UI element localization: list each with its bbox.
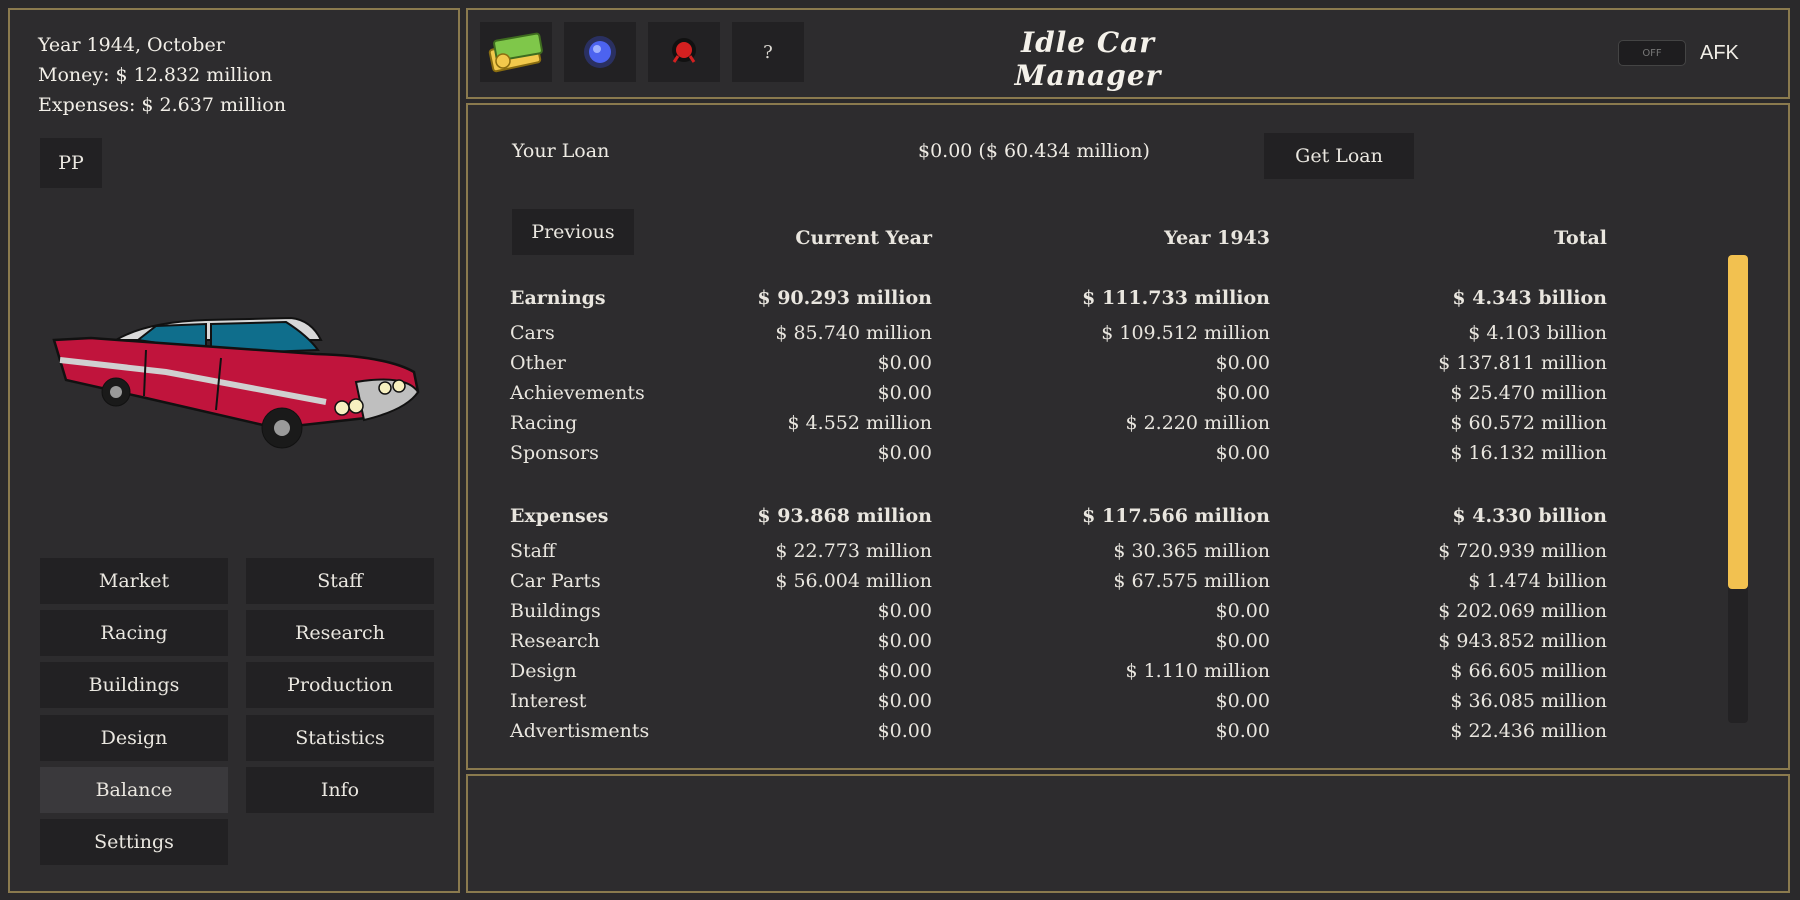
expenses-row-previous: $ 1.110 million bbox=[1125, 660, 1270, 682]
get-loan-button[interactable]: Get Loan bbox=[1264, 133, 1414, 179]
expenses-row-current: $0.00 bbox=[877, 630, 932, 652]
scrollbar-thumb[interactable] bbox=[1728, 255, 1748, 589]
expenses-row-current: $0.00 bbox=[877, 690, 932, 712]
expenses-row-total: $ 1.474 billion bbox=[1468, 570, 1607, 592]
money-text: Money: $ 12.832 million bbox=[38, 64, 273, 86]
expenses-row-label: Staff bbox=[510, 540, 556, 562]
expenses-row-current: $ 22.773 million bbox=[775, 540, 932, 562]
game-title: Idle Car Manager bbox=[1014, 26, 1162, 92]
nav-racing-button[interactable]: Racing bbox=[40, 610, 228, 656]
earnings-current: $ 90.293 million bbox=[757, 287, 932, 309]
earnings-row-label: Achievements bbox=[510, 382, 645, 404]
expenses-row-current: $ 56.004 million bbox=[775, 570, 932, 592]
nav-balance-button[interactable]: Balance bbox=[40, 767, 228, 813]
nav-statistics-button[interactable]: Statistics bbox=[246, 715, 434, 761]
earnings-row-current: $0.00 bbox=[877, 352, 932, 374]
earnings-row-total: $ 4.103 billion bbox=[1468, 322, 1607, 344]
left-panel: Year 1944, October Money: $ 12.832 milli… bbox=[8, 8, 460, 893]
earnings-row-label: Other bbox=[510, 352, 566, 374]
expenses-row-label: Buildings bbox=[510, 600, 601, 622]
earnings-row-current: $0.00 bbox=[877, 382, 932, 404]
header-total: Total bbox=[1554, 227, 1607, 249]
header-current-year: Current Year bbox=[795, 227, 932, 249]
blue-orb-button[interactable] bbox=[564, 22, 636, 82]
earnings-row-label: Cars bbox=[510, 322, 555, 344]
nav-settings-button[interactable]: Settings bbox=[40, 819, 228, 865]
pp-button[interactable]: PP bbox=[40, 138, 102, 188]
expenses-current: $ 93.868 million bbox=[757, 505, 932, 527]
balance-panel: Your Loan $0.00 ($ 60.434 million) Get L… bbox=[466, 103, 1790, 770]
nav-design-button[interactable]: Design bbox=[40, 715, 228, 761]
earnings-row-total: $ 60.572 million bbox=[1450, 412, 1607, 434]
earnings-row-previous: $0.00 bbox=[1215, 352, 1270, 374]
previous-button[interactable]: Previous bbox=[512, 209, 634, 255]
earnings-row-current: $ 4.552 million bbox=[787, 412, 932, 434]
top-bar: ? Idle Car Manager OFF AFK bbox=[466, 8, 1790, 99]
loan-label: Your Loan bbox=[512, 140, 610, 162]
earnings-row-current: $0.00 bbox=[877, 442, 932, 464]
earnings-row-label: Racing bbox=[510, 412, 578, 434]
earnings-total: $ 4.343 billion bbox=[1452, 287, 1607, 309]
car-image bbox=[52, 316, 420, 449]
nav-staff-button[interactable]: Staff bbox=[246, 558, 434, 604]
earnings-row-label: Sponsors bbox=[510, 442, 599, 464]
loan-value: $0.00 ($ 60.434 million) bbox=[918, 140, 1150, 162]
date-text: Year 1944, October bbox=[38, 34, 225, 56]
expenses-row-total: $ 943.852 million bbox=[1438, 630, 1607, 652]
expenses-row-previous: $ 30.365 million bbox=[1113, 540, 1270, 562]
nav-info-button[interactable]: Info bbox=[246, 767, 434, 813]
red-badge-icon bbox=[672, 38, 696, 63]
earnings-row-previous: $ 109.512 million bbox=[1101, 322, 1270, 344]
earnings-row-total: $ 137.811 million bbox=[1438, 352, 1607, 374]
earnings-row-current: $ 85.740 million bbox=[775, 322, 932, 344]
expenses-row-previous: $0.00 bbox=[1215, 690, 1270, 712]
earnings-row-total: $ 16.132 million bbox=[1450, 442, 1607, 464]
earnings-row-total: $ 25.470 million bbox=[1450, 382, 1607, 404]
earnings-row-previous: $ 2.220 million bbox=[1125, 412, 1270, 434]
expenses-row-current: $0.00 bbox=[877, 600, 932, 622]
help-icon: ? bbox=[763, 41, 773, 63]
earnings-previous: $ 111.733 million bbox=[1082, 287, 1270, 309]
expenses-row-label: Design bbox=[510, 660, 577, 682]
expenses-total: $ 4.330 billion bbox=[1452, 505, 1607, 527]
earnings-label: Earnings bbox=[510, 287, 606, 309]
money-button[interactable] bbox=[480, 22, 552, 82]
expenses-label: Expenses bbox=[510, 505, 609, 527]
expenses-row-previous: $0.00 bbox=[1215, 630, 1270, 652]
expenses-row-current: $0.00 bbox=[877, 720, 932, 742]
expenses-row-label: Advertisments bbox=[510, 720, 650, 742]
expenses-text: Expenses: $ 2.637 million bbox=[38, 94, 286, 116]
nav-research-button[interactable]: Research bbox=[246, 610, 434, 656]
afk-toggle[interactable]: OFF bbox=[1618, 40, 1686, 66]
scrollbar-track[interactable] bbox=[1728, 255, 1748, 723]
bottom-panel bbox=[466, 774, 1790, 893]
nav-buildings-button[interactable]: Buildings bbox=[40, 662, 228, 708]
expenses-row-total: $ 66.605 million bbox=[1450, 660, 1607, 682]
expenses-row-label: Interest bbox=[510, 690, 587, 712]
expenses-row-previous: $ 67.575 million bbox=[1113, 570, 1270, 592]
expenses-row-label: Research bbox=[510, 630, 600, 652]
expenses-row-previous: $0.00 bbox=[1215, 600, 1270, 622]
expenses-row-total: $ 720.939 million bbox=[1438, 540, 1607, 562]
afk-label: AFK bbox=[1700, 42, 1739, 64]
red-badge-button[interactable] bbox=[648, 22, 720, 82]
expenses-row-total: $ 202.069 million bbox=[1438, 600, 1607, 622]
nav-production-button[interactable]: Production bbox=[246, 662, 434, 708]
header-previous-year: Year 1943 bbox=[1164, 227, 1270, 249]
money-icon bbox=[488, 32, 543, 73]
expenses-row-previous: $0.00 bbox=[1215, 720, 1270, 742]
earnings-row-previous: $0.00 bbox=[1215, 442, 1270, 464]
blue-orb-icon bbox=[584, 36, 616, 68]
expenses-row-total: $ 22.436 million bbox=[1450, 720, 1607, 742]
nav-market-button[interactable]: Market bbox=[40, 558, 228, 604]
expenses-row-total: $ 36.085 million bbox=[1450, 690, 1607, 712]
expenses-row-current: $0.00 bbox=[877, 660, 932, 682]
expenses-row-label: Car Parts bbox=[510, 570, 601, 592]
earnings-row-previous: $0.00 bbox=[1215, 382, 1270, 404]
help-button[interactable]: ? bbox=[732, 22, 804, 82]
expenses-previous: $ 117.566 million bbox=[1082, 505, 1270, 527]
